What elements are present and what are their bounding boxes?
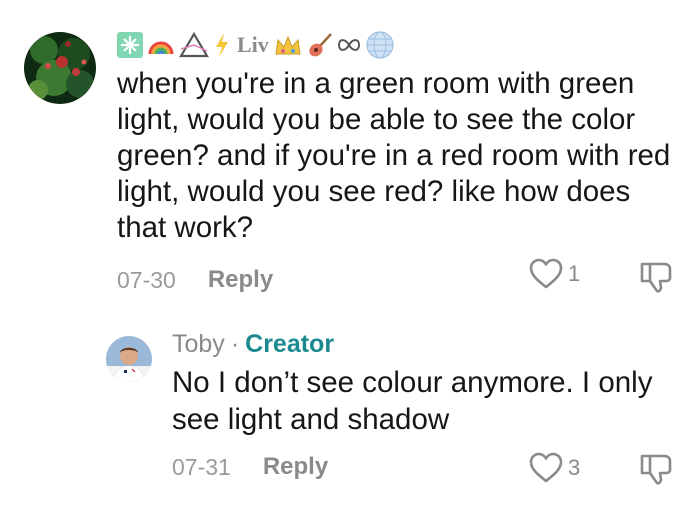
rainbow-icon	[148, 41, 174, 55]
like-button[interactable]: 3	[528, 452, 580, 484]
like-count: 1	[568, 261, 581, 286]
avatar-image	[106, 336, 152, 382]
separator-dot: ·	[230, 329, 240, 358]
comment-date: 07-30	[117, 266, 176, 293]
username-row[interactable]: Toby · Creator	[172, 329, 334, 359]
comment-text: when you're in a green room with green l…	[117, 67, 671, 244]
comment-text: No I don’t see colour anymore. I only se…	[172, 366, 653, 436]
comment-meta: 07-31 Reply	[172, 450, 328, 484]
avatar[interactable]	[106, 336, 152, 382]
dislike-button[interactable]	[638, 260, 674, 299]
globe-icon	[366, 31, 394, 59]
thumbs-down-icon	[640, 262, 672, 293]
thumbs-down-icon	[640, 454, 672, 485]
like-button[interactable]: 1	[528, 258, 580, 290]
reply-button[interactable]: Reply	[208, 266, 273, 294]
heart-icon	[529, 452, 563, 483]
dislike-button[interactable]	[638, 452, 674, 491]
sparkle-icon	[117, 32, 143, 58]
crown-icon	[275, 35, 301, 55]
infinity-icon	[337, 39, 360, 51]
comment-meta: 07-30 Reply	[117, 263, 273, 297]
like-count: 3	[568, 455, 581, 480]
guitar-icon	[309, 33, 332, 57]
creator-badge: Creator	[245, 329, 335, 358]
heart-icon	[529, 258, 563, 289]
username-row[interactable]: Liv	[117, 26, 395, 64]
username[interactable]: Liv	[237, 32, 269, 58]
triangle-icon	[179, 31, 209, 58]
reply-button[interactable]: Reply	[263, 453, 328, 481]
avatar[interactable]	[24, 32, 96, 104]
comment-date: 07-31	[172, 453, 231, 480]
username[interactable]: Toby	[172, 330, 225, 359]
lightning-icon	[216, 33, 228, 57]
avatar-image	[24, 32, 96, 104]
